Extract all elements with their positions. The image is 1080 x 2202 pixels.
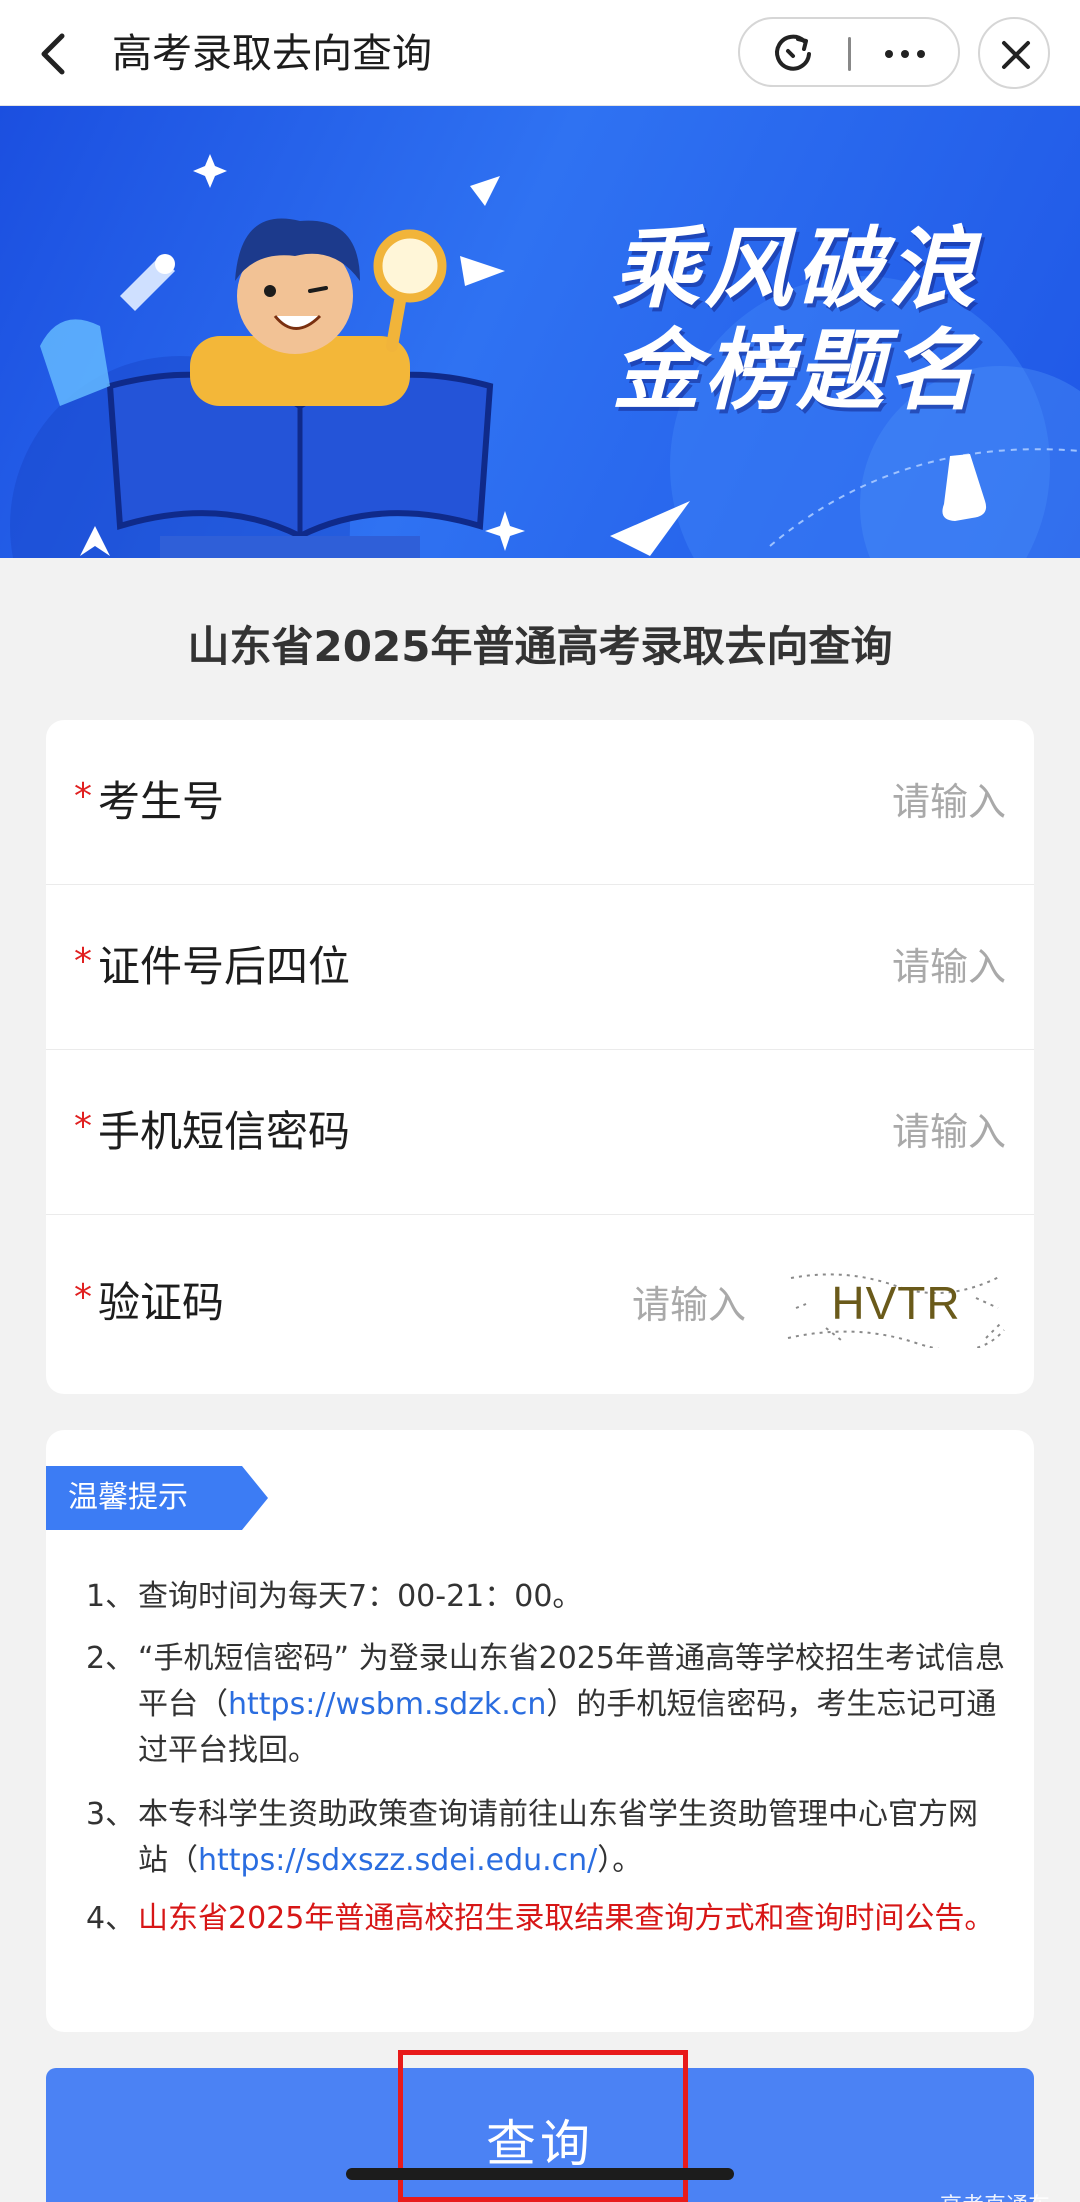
form-row-id-last4: * 证件号后四位 [46, 885, 1034, 1050]
tip-number: 4、 [86, 1901, 136, 1936]
tip-item: 4、 山东省2025年普通高校招生录取结果查询方式和查询时间公告。 [86, 1896, 1006, 1942]
banner-slogan: 乘风破浪 金榜题名 [606, 218, 986, 422]
tip-item: 1、 查询时间为每天7：00-21：00。 [86, 1574, 1006, 1620]
close-button[interactable] [978, 17, 1050, 89]
announcement-link[interactable]: 山东省2025年普通高校招生录取结果查询方式和查询时间公告。 [86, 1896, 1006, 1942]
more-icon [885, 50, 925, 58]
required-mark: * [74, 941, 92, 982]
id-last4-label: 证件号后四位 [98, 942, 351, 991]
tip-number: 2、 [86, 1641, 136, 1676]
tip-item: 3、 本专科学生资助政策查询请前往山东省学生资助管理中心官方网站（https:/… [86, 1792, 1006, 1884]
tip-number: 3、 [86, 1797, 136, 1832]
home-indicator [346, 2168, 734, 2180]
top-nav-bar: 高考录取去向查询 [0, 0, 1080, 106]
query-form: * 考生号 * 证件号后四位 * 手机短信密码 * 验证码 [46, 720, 1034, 1394]
required-mark: * [74, 1277, 92, 1318]
sms-password-input[interactable] [606, 1102, 1006, 1162]
refresh-icon [775, 34, 811, 71]
exam-number-label: 考生号 [98, 777, 225, 826]
page-title: 山东省2025年普通高考录取去向查询 [187, 622, 893, 671]
close-icon [1002, 41, 1030, 69]
captcha-input[interactable] [486, 1275, 746, 1335]
tips-tag-arrow [242, 1466, 268, 1530]
form-row-exam-number: * 考生号 [46, 720, 1034, 885]
nav-title: 高考录取去向查询 [112, 31, 432, 77]
watermark: 高考直通车 [940, 2188, 1050, 2202]
required-mark: * [74, 1106, 92, 1147]
tip-text: 查询时间为每天7：00-21：00。 [138, 1579, 583, 1614]
tips-card: 温馨提示 1、 查询时间为每天7：00-21：00。 2、 “手机短信密码” 为… [46, 1430, 1034, 2032]
tip-text: 本专科学生资助政策查询请前往山东省学生资助管理中心官方网站（https://sd… [86, 1792, 1006, 1884]
tip-text: “手机短信密码” 为登录山东省2025年普通高等学校招生考试信息平台（https… [86, 1636, 1006, 1774]
sdxszz-link[interactable]: https://sdxszz.sdei.edu.cn/ [198, 1843, 597, 1878]
id-last4-input[interactable] [606, 937, 1006, 997]
rocket-icon [120, 254, 175, 311]
more-button[interactable] [880, 31, 930, 77]
captcha-image[interactable]: HVTR [786, 1268, 1006, 1348]
tips-tag: 温馨提示 [46, 1466, 242, 1530]
capsule-divider [848, 37, 851, 71]
slogan-line-2: 金榜题名 [611, 319, 980, 422]
chevron-left-icon [41, 33, 65, 75]
mini-program-capsule [738, 17, 960, 87]
captcha-text: HVTR [831, 1277, 961, 1329]
sms-password-label: 手机短信密码 [98, 1107, 351, 1156]
tip-item: 2、 “手机短信密码” 为登录山东省2025年普通高等学校招生考试信息平台（ht… [86, 1636, 1006, 1774]
tip-number: 1、 [86, 1579, 136, 1614]
form-row-captcha: * 验证码 HVTR [46, 1215, 1034, 1394]
required-mark: * [74, 776, 92, 817]
tip-text-part: ）。 [597, 1843, 643, 1878]
hero-banner: 乘风破浪 金榜题名 [0, 106, 1080, 558]
back-button[interactable] [26, 24, 86, 84]
exam-number-input[interactable] [606, 772, 1006, 832]
wsbm-link[interactable]: https://wsbm.sdzk.cn [228, 1687, 546, 1722]
form-row-sms-password: * 手机短信密码 [46, 1050, 1034, 1215]
captcha-label: 验证码 [98, 1278, 225, 1327]
slogan-line-1: 乘风破浪 [611, 217, 980, 320]
magnifier-icon [373, 229, 447, 352]
refresh-button[interactable] [770, 31, 816, 77]
